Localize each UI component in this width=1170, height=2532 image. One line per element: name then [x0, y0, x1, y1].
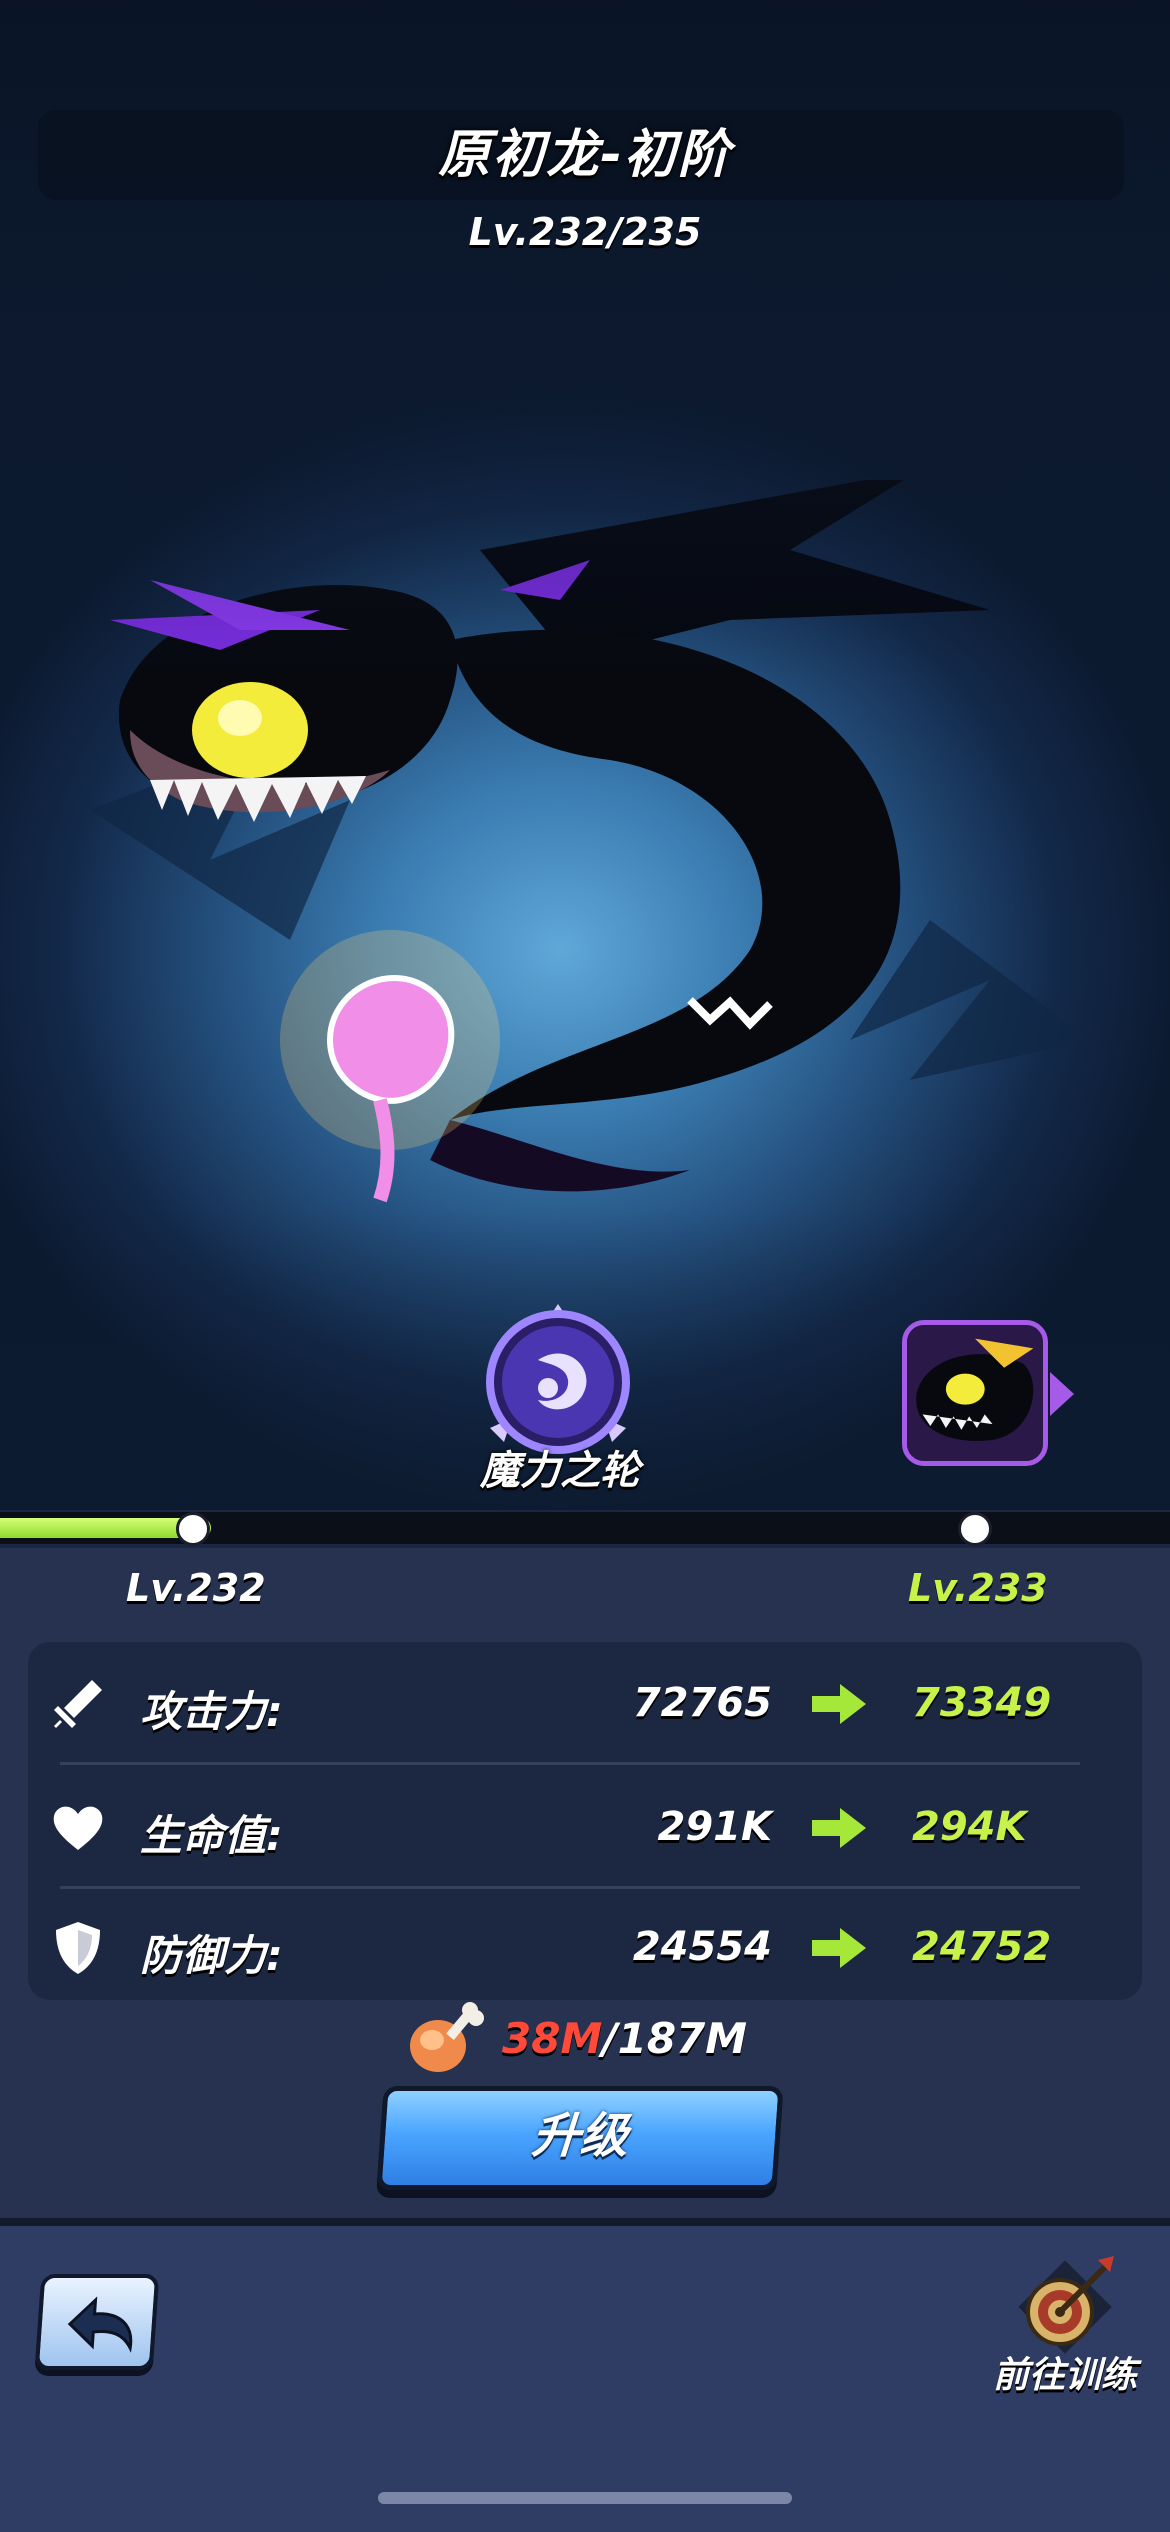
panel-separator	[0, 2218, 1170, 2226]
cost-text: 38M/187M	[502, 2014, 747, 2063]
dragon-portrait-icon	[907, 1325, 1043, 1461]
next-level-node	[958, 1512, 992, 1546]
back-arrow-icon	[67, 2296, 133, 2353]
current-level-label: Lv.232	[126, 1566, 266, 1610]
stat-row-defense: 防御力: 24554 24752	[28, 1898, 1142, 1998]
next-form-card[interactable]	[902, 1320, 1048, 1466]
stat-current-value: 24554	[632, 1924, 772, 1970]
home-indicator[interactable]	[378, 2492, 792, 2504]
next-form-arrow-icon	[1050, 1372, 1074, 1416]
stat-next-value: 73349	[912, 1680, 1052, 1726]
cost-separator: /	[602, 2014, 618, 2063]
shield-icon	[56, 1922, 100, 1974]
stat-row-health: 生命值: 291K 294K	[28, 1778, 1142, 1878]
arrow-right-icon	[812, 1684, 866, 1724]
stat-label: 攻击力:	[140, 1687, 283, 1736]
stat-label: 防御力:	[140, 1931, 283, 1980]
stat-label: 生命值:	[140, 1811, 283, 1860]
meat-icon	[410, 2002, 484, 2072]
upgrade-cost: 38M/187M	[0, 1994, 1170, 2078]
level-cap-text: Lv.232/235	[468, 210, 702, 254]
arrow-right-icon	[812, 1928, 866, 1968]
stat-current-value: 291K	[657, 1804, 773, 1850]
arrow-right-icon	[812, 1808, 866, 1848]
back-button[interactable]	[34, 2274, 160, 2370]
upgrade-button[interactable]: 升级	[376, 2086, 784, 2190]
heart-icon	[53, 1806, 103, 1850]
skill-name: 魔力之轮	[480, 1448, 640, 1494]
stat-current-value: 72765	[632, 1680, 772, 1726]
current-level-node	[176, 1512, 210, 1546]
cost-required: 187M	[617, 2014, 748, 2063]
stat-next-value: 294K	[912, 1804, 1027, 1850]
magic-wheel-icon[interactable]	[478, 1300, 638, 1460]
stat-divider	[60, 1886, 1080, 1889]
stat-divider	[60, 1762, 1080, 1765]
page-title: 原初龙-初阶	[438, 125, 732, 185]
cost-owned: 38M	[502, 2014, 603, 2063]
sword-icon	[54, 1680, 102, 1728]
next-level-label: Lv.233	[908, 1566, 1048, 1610]
stat-row-attack: 攻击力: 72765 73349	[28, 1654, 1142, 1754]
train-label[interactable]: 前往训练	[970, 2346, 1160, 2398]
stat-next-value: 24752	[912, 1924, 1052, 1970]
